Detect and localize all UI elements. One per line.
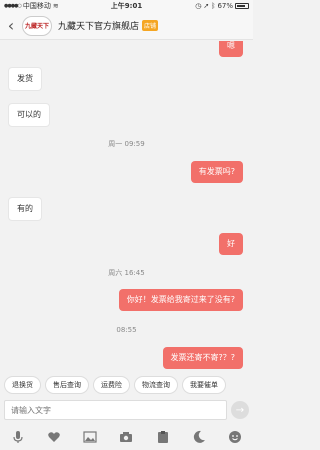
quick-reply-bar: 退换货 售后查询 运费险 物流查询 我要催单 xyxy=(0,376,253,394)
shop-logo[interactable]: 九藏天下 xyxy=(22,15,52,36)
message-bubble-right: 好 xyxy=(219,233,243,255)
message-bubble-right: 有发票吗? xyxy=(190,161,243,183)
timestamp: 周一 09:59 xyxy=(108,140,145,148)
moon-icon[interactable] xyxy=(190,428,208,446)
message-bubble-left: 可以的 xyxy=(8,103,50,127)
chat-header: ‹ 九藏天下 九藏天下官方旗舰店 店铺 xyxy=(0,12,253,40)
microphone-icon[interactable] xyxy=(9,428,27,446)
clipboard-icon[interactable] xyxy=(154,428,172,446)
camera-icon[interactable] xyxy=(117,428,135,446)
heart-icon[interactable] xyxy=(45,428,63,446)
chat-area[interactable]: 嗯 发货 可以的 周一 09:59 有发票吗? 有的 好 周六 16:45 你好… xyxy=(0,41,253,371)
battery-percent: 67% xyxy=(217,2,233,10)
shop-badge: 店铺 xyxy=(142,20,159,31)
input-row: → xyxy=(0,398,253,422)
status-bar: ●●●●○ 中国移动 ≋ 上午9:01 ◷ ➚ ᛒ 67% xyxy=(0,0,253,12)
back-button[interactable]: ‹ xyxy=(0,12,22,40)
wifi-icon: ≋ xyxy=(52,2,59,10)
location-icon: ➚ xyxy=(203,2,210,10)
quick-reply-returns[interactable]: 退换货 xyxy=(4,376,41,394)
send-button[interactable]: → xyxy=(231,401,249,419)
quick-reply-logistics[interactable]: 物流查询 xyxy=(134,376,178,394)
quick-reply-shipping-insurance[interactable]: 运费险 xyxy=(93,376,130,394)
battery-icon xyxy=(235,3,249,9)
quick-reply-urge-order[interactable]: 我要催单 xyxy=(182,376,226,394)
timestamp: 08:55 xyxy=(116,326,137,334)
message-bubble-left: 有的 xyxy=(8,197,42,221)
message-input[interactable] xyxy=(4,400,227,420)
timestamp: 周六 16:45 xyxy=(108,269,145,277)
chevron-left-icon: ‹ xyxy=(7,16,15,35)
input-toolbar xyxy=(0,424,253,450)
message-bubble-right: 嗯 xyxy=(219,41,243,57)
message-bubble-right: 你好！发票给我寄过来了没有? xyxy=(118,289,243,311)
signal-icon: ●●●●○ xyxy=(4,3,22,9)
message-bubble-left: 发货 xyxy=(8,67,42,91)
bluetooth-icon: ᛒ xyxy=(211,2,216,10)
shop-name[interactable]: 九藏天下官方旗舰店 xyxy=(58,19,139,32)
alarm-icon: ◷ xyxy=(195,2,202,10)
quick-reply-aftersales[interactable]: 售后查询 xyxy=(45,376,89,394)
emoji-icon[interactable] xyxy=(226,428,244,446)
message-bubble-right: 发票还寄不寄?？? xyxy=(162,347,243,369)
carrier-label: 中国移动 xyxy=(22,2,51,10)
arrow-right-icon: → xyxy=(235,404,245,416)
image-icon[interactable] xyxy=(81,428,99,446)
